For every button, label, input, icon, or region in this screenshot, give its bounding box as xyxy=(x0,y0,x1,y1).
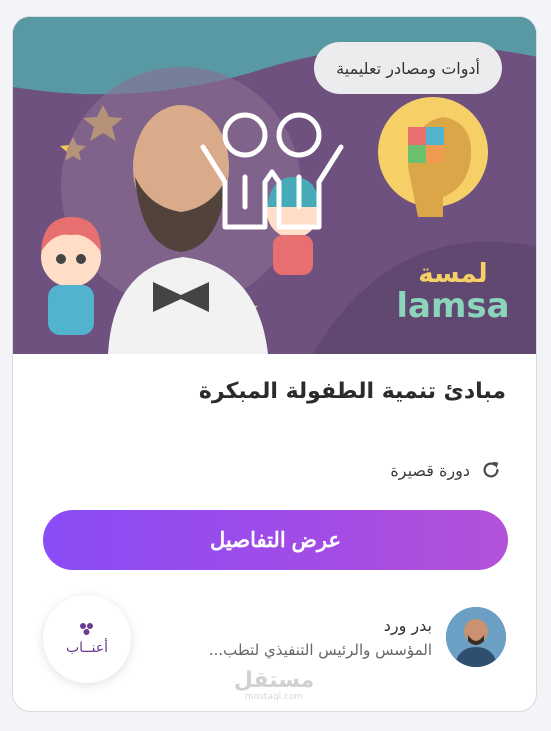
organization-name: أعنــاب xyxy=(65,640,109,656)
course-type-label: دورة قصيرة xyxy=(390,460,470,480)
author-name[interactable]: بدر ورد xyxy=(209,616,432,635)
view-details-button[interactable]: عرض التفاصيل xyxy=(43,510,508,570)
category-tag[interactable]: أدوات ومصادر تعليمية xyxy=(314,42,502,94)
refresh-icon xyxy=(483,461,499,478)
course-title[interactable]: مبادئ تنمية الطفولة المبكرة xyxy=(199,379,506,404)
author-role: المؤسس والرئيس التنفيذي لتطب... xyxy=(208,640,432,659)
course-meta: دورة قصيرة xyxy=(390,459,502,481)
watermark-sub: mostaql.com xyxy=(244,692,304,702)
author-info[interactable]: بدر ورد المؤسس والرئيس التنفيذي لتطب... xyxy=(209,607,506,667)
grapes-icon xyxy=(80,623,93,635)
watermark-main: مستقل xyxy=(233,668,315,693)
organization-logo[interactable]: أعنــاب xyxy=(43,595,131,683)
course-thumbnail[interactable]: lamsa لمسة أدوات ومصادر تعليمية xyxy=(13,17,536,354)
course-card[interactable]: lamsa لمسة أدوات ومصادر تعليمية مبادئ تن… xyxy=(12,16,537,712)
author-avatar[interactable] xyxy=(446,607,506,667)
site-watermark: مستقل mostaql.com xyxy=(229,668,319,703)
